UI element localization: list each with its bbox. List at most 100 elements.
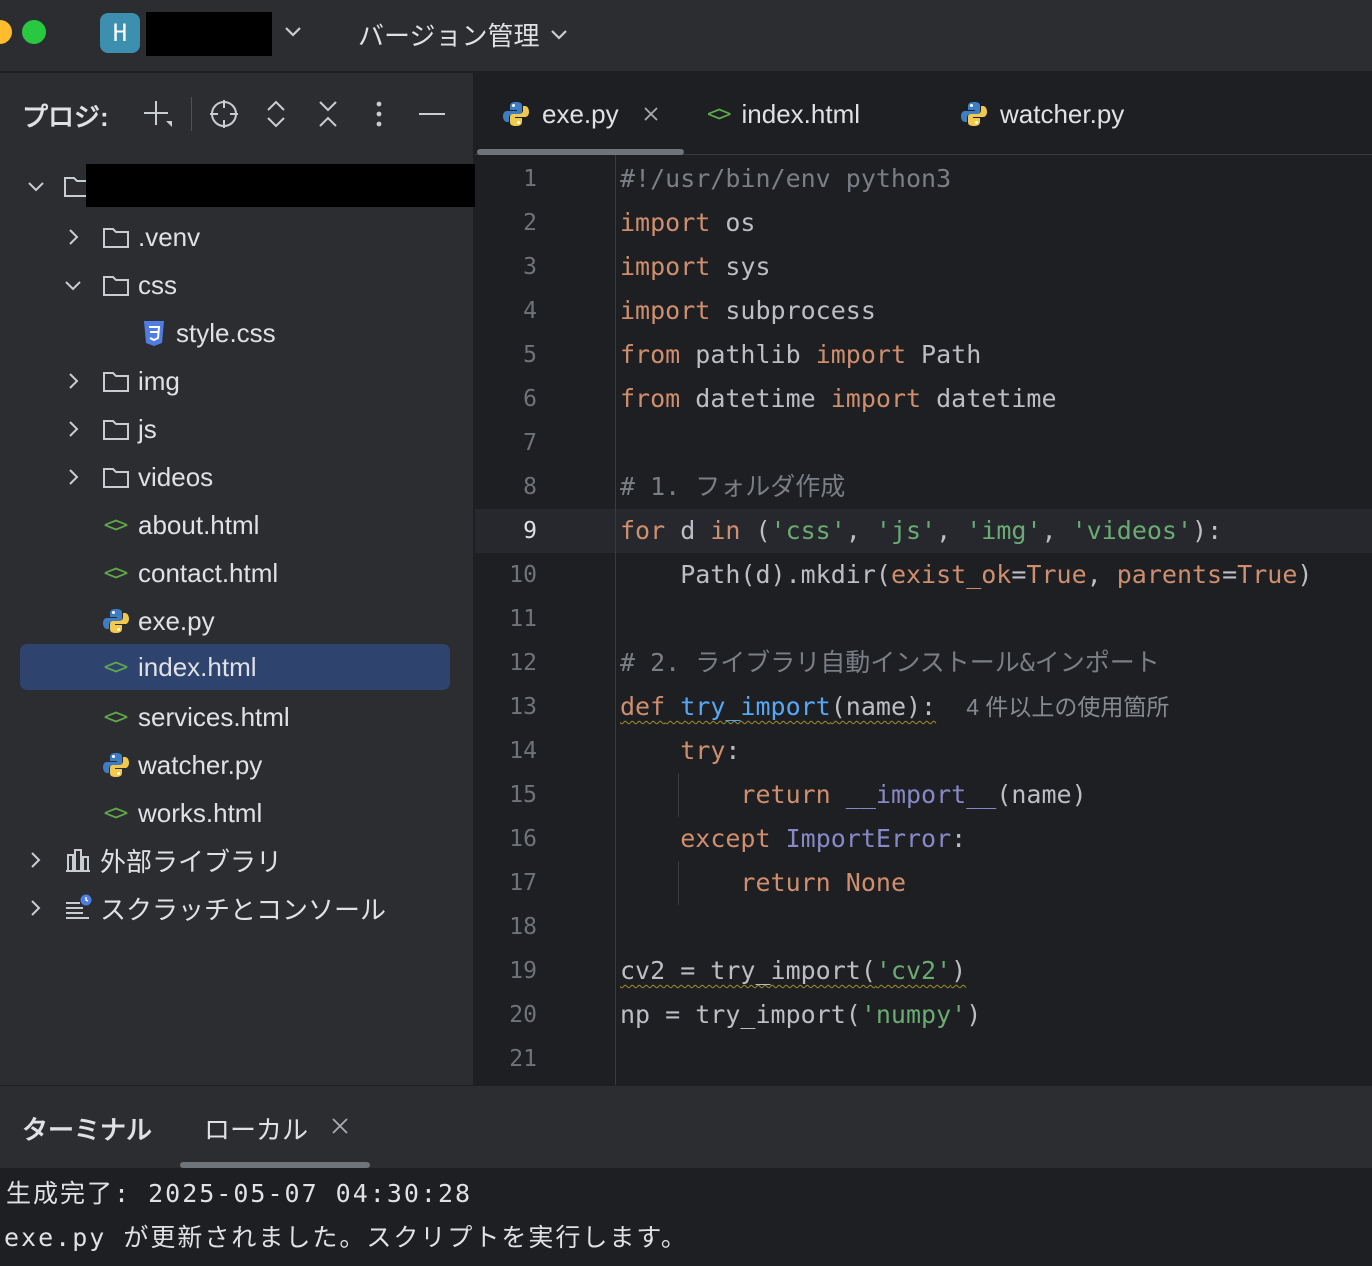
project-name-redacted[interactable] [146,12,272,56]
tree-item-label: スクラッチとコンソール [100,894,387,925]
add-icon[interactable] [140,97,174,131]
editor: exe.py <> index.html watcher.py 1 2 3 4 … [475,73,1372,1085]
code-line[interactable]: import subprocess [620,289,876,333]
project-badge[interactable]: H [100,13,140,53]
zoom-window-button[interactable] [22,20,46,44]
line-number: 20 [509,1002,537,1028]
close-icon[interactable] [641,104,661,124]
code-line[interactable]: import sys [620,245,771,289]
terminal-panel: ターミナル ローカル 生成完了: 2025-05-07 04:30:28 exe… [0,1085,1372,1266]
tree-item-venv[interactable]: .venv [0,214,474,260]
minimize-window-button[interactable] [0,20,12,44]
tree-item-services-html[interactable]: <> services.html [0,694,474,740]
project-panel-title[interactable]: プロジ: [22,97,109,134]
chevron-down-icon[interactable] [62,274,84,296]
line-number: 15 [509,782,537,808]
chevron-down-icon[interactable] [25,175,47,197]
code-line[interactable]: return None [620,861,906,905]
chevron-right-icon[interactable] [24,897,46,919]
line-number: 5 [523,342,537,368]
code-line[interactable]: #!/usr/bin/env python3 [620,157,951,201]
code-line[interactable]: # 1. フォルダ作成 [620,465,845,509]
chevron-right-icon[interactable] [62,226,84,248]
tree-item-scratches[interactable]: スクラッチとコンソール [0,885,474,931]
code-line[interactable]: Path(d).mkdir(exist_ok=True, parents=Tru… [620,553,1312,597]
code-line[interactable]: from datetime import datetime [620,377,1057,421]
line-number: 2 [523,210,537,236]
line-number: 14 [509,738,537,764]
tab-index-html[interactable]: <> index.html [707,73,860,155]
vcs-menu[interactable]: バージョン管理 [358,14,569,54]
folder-icon [103,372,129,392]
tree-item-label: style.css [176,317,276,348]
terminal-tab-local[interactable]: ローカル [204,1110,308,1147]
terminal-title[interactable]: ターミナル [22,1110,152,1147]
chevron-right-icon[interactable] [62,466,84,488]
tab-exe-py[interactable]: exe.py [501,73,661,155]
terminal-line: exe.py が更新されました。スクリプトを実行します。 [4,1223,688,1252]
chevron-down-icon[interactable] [282,18,304,46]
tree-item-img[interactable]: img [0,358,474,404]
code-line[interactable]: except ImportError: [620,817,966,861]
tree-item-js[interactable]: js [0,406,474,452]
code-line[interactable]: def try_import(name): 4 件以上の使用箇所 [620,685,1169,729]
close-icon[interactable] [326,1112,354,1140]
code-line[interactable]: from pathlib import Path [620,333,981,377]
chevron-right-icon[interactable] [24,849,46,871]
tree-item-style-css[interactable]: style.css [0,310,474,356]
html-file-icon: <> [103,800,129,826]
project-panel-header: プロジ: [0,73,474,155]
tree-item-about-html[interactable]: <> about.html [0,502,474,548]
html-file-icon: <> [103,704,129,730]
tree-item-exe-py[interactable]: exe.py [0,598,474,644]
tree-root[interactable] [0,163,477,209]
gutter-separator [615,155,616,1085]
locate-icon[interactable] [207,97,241,131]
tree-item-label: works.html [138,797,263,828]
tab-watcher-py[interactable]: watcher.py [959,73,1124,155]
line-number: 21 [509,1046,537,1072]
line-number: 16 [509,826,537,852]
code-line[interactable]: cv2 = try_import('cv2') [620,949,966,993]
tree-item-external-libraries[interactable]: 外部ライブラリ [0,837,474,883]
tree-item-watcher-py[interactable]: watcher.py [0,742,474,788]
expand-all-icon[interactable] [259,97,293,131]
tree-item-index-html[interactable]: <> index.html [20,644,450,690]
library-icon [66,849,90,872]
line-number: 13 [509,694,537,720]
html-file-icon: <> [103,512,129,538]
code-line[interactable]: np = try_import('numpy') [620,993,981,1037]
tree-item-label: services.html [138,701,290,732]
tree-item-label: videos [138,461,214,492]
line-number: 11 [509,606,537,632]
toolbar-separator [191,97,192,131]
editor-tab-bar: exe.py <> index.html watcher.py [475,73,1372,155]
tree-item-videos[interactable]: videos [0,454,474,500]
hide-icon[interactable] [415,97,449,131]
code-line[interactable]: return __import__(name) [620,773,1086,817]
terminal-line: 生成完了: 2025-05-07 04:30:28 [6,1179,473,1208]
code-line[interactable]: import os [620,201,755,245]
line-number: 10 [509,562,537,588]
more-icon[interactable] [362,97,396,131]
tree-item-contact-html[interactable]: <> contact.html [0,550,474,596]
code-line[interactable]: try: [620,729,740,773]
folder-icon [103,228,129,248]
scratches-icon [66,894,92,919]
chevron-right-icon[interactable] [62,418,84,440]
tree-item-label: watcher.py [138,749,263,780]
code-line[interactable]: # 2. ライブラリ自動インストール&インポート [620,641,1160,685]
collapse-all-icon[interactable] [311,97,345,131]
chevron-right-icon[interactable] [62,370,84,392]
tree-item-works-html[interactable]: <> works.html [0,790,474,836]
tree-item-label: css [138,269,177,300]
python-file-icon [503,102,529,126]
usages-hint[interactable]: 4 件以上の使用箇所 [966,694,1169,720]
line-number: 3 [523,254,537,280]
tree-item-label: .venv [138,221,201,252]
html-file-icon: <> [707,101,731,127]
terminal-output[interactable]: 生成完了: 2025-05-07 04:30:28 exe.py が更新されまし… [0,1168,1372,1266]
code-line-current[interactable]: for d in ('css', 'js', 'img', 'videos'): [620,509,1222,553]
tree-item-css[interactable]: css [0,262,474,308]
folder-icon [103,276,129,296]
